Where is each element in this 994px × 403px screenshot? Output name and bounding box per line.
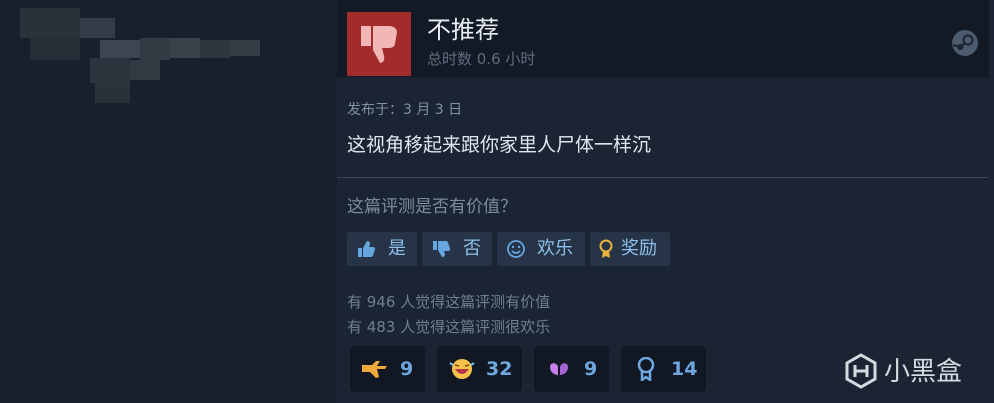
vote-yes-label: 是 [388,238,406,259]
thumbs-down-icon [433,241,451,257]
vote-counts: 有 946 人觉得这篇评测有价值 有 483 人觉得这篇评测很欢乐 [347,290,550,340]
heybox-watermark: 小黑盒 [844,352,974,392]
vote-funny-label: 欢乐 [537,238,573,259]
watermark-text: 小黑盒 [884,357,963,387]
vote-funny-button[interactable]: 欢乐 [497,232,585,266]
award-count: 14 [671,358,698,380]
award-count: 9 [400,358,414,380]
vote-no-label: 否 [463,238,481,259]
recommendation-title: 不推荐 [427,16,499,44]
thumbs-down-thumbnail [347,12,411,76]
reviewer-panel-blurred [0,0,337,403]
smiley-icon [507,240,525,258]
funny-count-text: 有 483 人觉得这篇评测很欢乐 [347,318,551,336]
review-body: 这视角移起来跟你家里人尸体一样沉 [347,134,652,156]
award-item-pointing-hand[interactable]: 9 [350,346,425,392]
award-label: 奖励 [621,238,657,259]
award-item-medal[interactable]: 14 [621,346,706,392]
helpful-question: 这篇评测是否有价值？ [347,197,517,217]
award-button[interactable]: 奖励 [590,232,670,266]
award-item-laughing[interactable]: 32 [437,346,522,392]
steam-icon [951,29,979,57]
award-item-heart-hands[interactable]: 9 [534,346,609,392]
heart-hands-icon [550,363,568,375]
pointing-hand-icon [362,361,387,378]
award-count: 32 [486,358,513,380]
laughing-face-icon [449,359,475,379]
heybox-logo-icon [845,353,877,389]
helpful-count-text: 有 946 人觉得这篇评测有价值 [347,293,551,311]
vote-yes-button[interactable]: 是 [347,232,417,266]
medal-icon [637,357,655,381]
vote-no-button[interactable]: 否 [422,232,492,266]
thumbs-up-icon [358,241,376,257]
playtime-hours: 总时数 0.6 小时 [427,50,536,68]
award-count: 9 [584,358,598,380]
award-ribbon-icon [599,239,613,258]
posted-date: 发布于：3 月 3 日 [347,102,463,118]
divider [337,177,988,178]
thumbs-down-icon [361,26,397,63]
